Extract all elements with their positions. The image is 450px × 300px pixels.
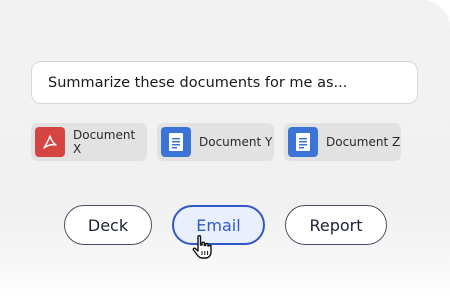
hand-pointer-icon (192, 235, 212, 259)
email-button-label: Email (196, 215, 241, 235)
report-button[interactable]: Report (285, 205, 387, 245)
deck-button[interactable]: Deck (64, 205, 152, 245)
document-chip-label: Document X (73, 128, 136, 156)
email-button[interactable]: Email (172, 205, 265, 245)
summary-card: Summarize these documents for me as... D… (0, 0, 450, 300)
document-chip-y[interactable]: Document Y (157, 123, 274, 161)
document-chip-z[interactable]: Document Z (284, 123, 401, 161)
pdf-icon (35, 127, 65, 157)
google-doc-icon (288, 127, 318, 157)
report-button-label: Report (309, 215, 363, 235)
prompt-text: Summarize these documents for me as... (48, 74, 348, 91)
prompt-input[interactable]: Summarize these documents for me as... (31, 61, 418, 104)
document-chip-label: Document Y (199, 135, 273, 149)
deck-button-label: Deck (87, 215, 129, 235)
document-chip-x[interactable]: Document X (31, 123, 147, 161)
google-doc-icon (161, 127, 191, 157)
document-chip-label: Document Z (326, 135, 401, 149)
